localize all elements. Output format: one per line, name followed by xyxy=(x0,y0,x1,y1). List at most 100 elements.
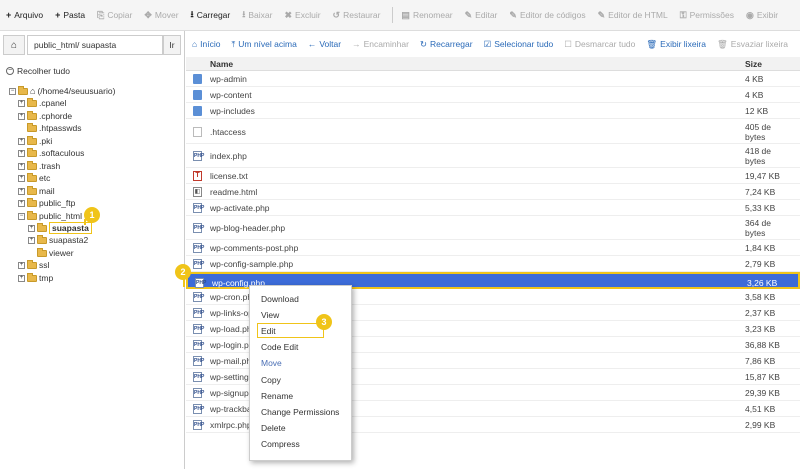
folder-icon xyxy=(27,185,37,195)
folder-icon xyxy=(27,110,37,120)
column-name-header[interactable]: Name xyxy=(210,59,233,69)
desmarcar-tudo-button[interactable]: ☐ Desmarcar tudo xyxy=(564,39,635,50)
toolbar-button-label: Baixar xyxy=(248,10,273,20)
pasta-button[interactable]: + Pasta xyxy=(55,10,85,20)
carregar-button[interactable]: ⭳ Carregar xyxy=(191,7,231,23)
expand-icon[interactable]: + xyxy=(18,261,25,269)
expand-icon[interactable]: + xyxy=(18,99,25,107)
tree-item-etc[interactable]: + etc xyxy=(18,172,50,184)
php-file-icon: PHP xyxy=(193,203,205,213)
expand-icon[interactable]: + xyxy=(18,187,25,195)
desmarcar-tudo-icon: ☐ xyxy=(564,38,572,49)
tree-item-pki[interactable]: + .pki xyxy=(18,135,52,147)
collapse-toggle-icon[interactable]: − xyxy=(9,87,16,95)
collapse-all-link[interactable]: − Recolher tudo xyxy=(6,66,70,76)
baixar-button[interactable]: ⭳ Baixar xyxy=(242,7,272,23)
column-size-header[interactable]: Size xyxy=(745,59,762,69)
table-row[interactable]: wp-content 4 KB xyxy=(186,87,800,103)
table-row[interactable]: PHP wp-config-sample.php 2,79 KB xyxy=(186,256,800,272)
menu-item-delete[interactable]: Delete xyxy=(261,423,286,433)
expand-icon[interactable]: + xyxy=(18,112,25,120)
table-row[interactable]: .htaccess 405 de bytes xyxy=(186,119,800,144)
selecionar-tudo-button[interactable]: ☑ Selecionar tudo xyxy=(484,39,554,50)
menu-item-rename[interactable]: Rename xyxy=(261,391,293,401)
home-button[interactable]: ⌂ xyxy=(3,35,25,55)
go-button[interactable]: Ir xyxy=(163,35,181,55)
context-menu: Download View Edit Code Edit Move Copy Rename C… xyxy=(249,285,352,461)
arquivo-button[interactable]: + Arquivo xyxy=(6,10,43,20)
menu-item-code-edit[interactable]: Code Edit xyxy=(261,342,298,352)
table-row[interactable]: ◧ readme.html 7,24 KB xyxy=(186,184,800,200)
collapse-toggle-icon[interactable]: − xyxy=(18,212,25,220)
excluir-button[interactable]: ✖ Excluir xyxy=(284,10,320,21)
tree-item-tmp[interactable]: + tmp xyxy=(18,272,53,284)
nav-button-label: Voltar xyxy=(319,39,342,49)
in-cio-button[interactable]: ⌂ Início xyxy=(192,39,220,49)
menu-item-move[interactable]: Move xyxy=(261,358,282,368)
expand-icon[interactable]: + xyxy=(18,162,25,170)
tree-item-htpasswds[interactable]: .htpasswds xyxy=(18,122,82,134)
tree-item-cpanel[interactable]: + .cpanel xyxy=(18,97,66,109)
mover-button[interactable]: ✥ Mover xyxy=(144,10,178,21)
tree-item-suapasta[interactable]: + suapasta xyxy=(28,222,92,234)
toolbar-button-label: Arquivo xyxy=(14,10,44,20)
file-size: 15,87 KB xyxy=(745,372,780,382)
toolbar-separator xyxy=(392,7,394,23)
renomear-button[interactable]: ▤ Renomear xyxy=(401,10,452,21)
menu-item-change-permissions[interactable]: Change Permissions xyxy=(261,407,339,417)
expand-icon[interactable]: + xyxy=(18,149,25,157)
expand-icon[interactable]: + xyxy=(28,236,35,244)
nav-button-label: Esvaziar lixeira xyxy=(730,39,788,49)
table-row[interactable]: wp-includes 12 KB xyxy=(186,103,800,119)
menu-item-download[interactable]: Download xyxy=(261,294,299,304)
encaminhar-button[interactable]: → Encaminhar xyxy=(352,39,409,49)
menu-item-edit[interactable]: Edit xyxy=(261,326,276,336)
menu-item-copy[interactable]: Copy xyxy=(261,375,281,385)
tree-item-softaculous[interactable]: + .softaculous xyxy=(18,147,84,159)
table-row[interactable]: wp-admin 4 KB xyxy=(186,71,800,87)
voltar-button[interactable]: ← Voltar xyxy=(308,39,341,49)
um-n-vel-acima-button[interactable]: ⤒ Um nível acima xyxy=(231,39,296,50)
menu-item-compress[interactable]: Compress xyxy=(261,439,300,449)
recarregar-icon: ↻ xyxy=(419,38,428,49)
expand-icon[interactable]: + xyxy=(18,199,25,207)
expand-icon[interactable]: + xyxy=(28,224,35,232)
permiss-es-button[interactable]: ⚿ Permissões xyxy=(680,10,734,21)
table-row[interactable]: PHP wp-activate.php 5,33 KB xyxy=(186,200,800,216)
recarregar-button[interactable]: ↻ Recarregar xyxy=(420,39,473,50)
table-row[interactable]: Tlicense.txt 19,47 KB xyxy=(186,168,800,184)
expand-icon[interactable]: + xyxy=(18,174,25,182)
tree-item-label: .pki xyxy=(39,136,53,146)
exibir-button[interactable]: ◉ Exibir xyxy=(746,10,778,21)
expand-icon[interactable]: + xyxy=(18,274,25,282)
mover-icon: ✥ xyxy=(144,9,152,20)
tree-item-public-html[interactable]: − public_html xyxy=(18,210,82,222)
restaurar-button[interactable]: ↺ Restaurar xyxy=(333,10,381,21)
tree-item-mail[interactable]: + mail xyxy=(18,185,55,197)
table-row[interactable]: PHP wp-comments-post.php 1,84 KB xyxy=(186,240,800,256)
tree-item-public-ftp[interactable]: + public_ftp xyxy=(18,197,75,209)
tree-root[interactable]: − ⌂ (/home4/seuusuario) xyxy=(9,85,115,97)
tree-item-trash[interactable]: + .trash xyxy=(18,160,60,172)
table-row[interactable]: PHP wp-blog-header.php 364 de bytes xyxy=(186,216,800,240)
tree-item-ssl[interactable]: + ssl xyxy=(18,259,49,271)
folder-icon xyxy=(27,197,37,207)
tree-item-suapasta2[interactable]: + suapasta2 xyxy=(28,234,88,246)
table-row[interactable]: PHP index.php 418 de bytes xyxy=(186,144,800,168)
tree-item-viewer[interactable]: viewer xyxy=(28,247,74,259)
expand-icon[interactable]: + xyxy=(18,137,25,145)
editor-de-html-button[interactable]: ✎ Editor de HTML xyxy=(598,10,668,21)
path-input[interactable] xyxy=(27,35,163,55)
php-file-icon: PHP xyxy=(193,404,205,414)
esvaziar-lixeira-button[interactable]: 🗑 Esvaziar lixeira xyxy=(717,39,788,50)
tree-item-cphorde[interactable]: + .cphorde xyxy=(18,110,72,122)
php-file-icon: PHP xyxy=(193,292,205,302)
copiar-button[interactable]: ⎘ Copiar xyxy=(97,10,132,21)
exibir-lixeira-button[interactable]: 🗑 Exibir lixeira xyxy=(646,39,706,50)
toolbar-button-label: Carregar xyxy=(196,10,231,20)
menu-item-view[interactable]: View xyxy=(261,310,279,320)
callout-badge-3: 3 xyxy=(316,314,332,330)
editar-button[interactable]: ✎ Editar xyxy=(465,10,498,21)
tree-item-label: etc xyxy=(39,173,51,183)
editor-de-c-digos-button[interactable]: ✎ Editor de códigos xyxy=(509,10,585,21)
